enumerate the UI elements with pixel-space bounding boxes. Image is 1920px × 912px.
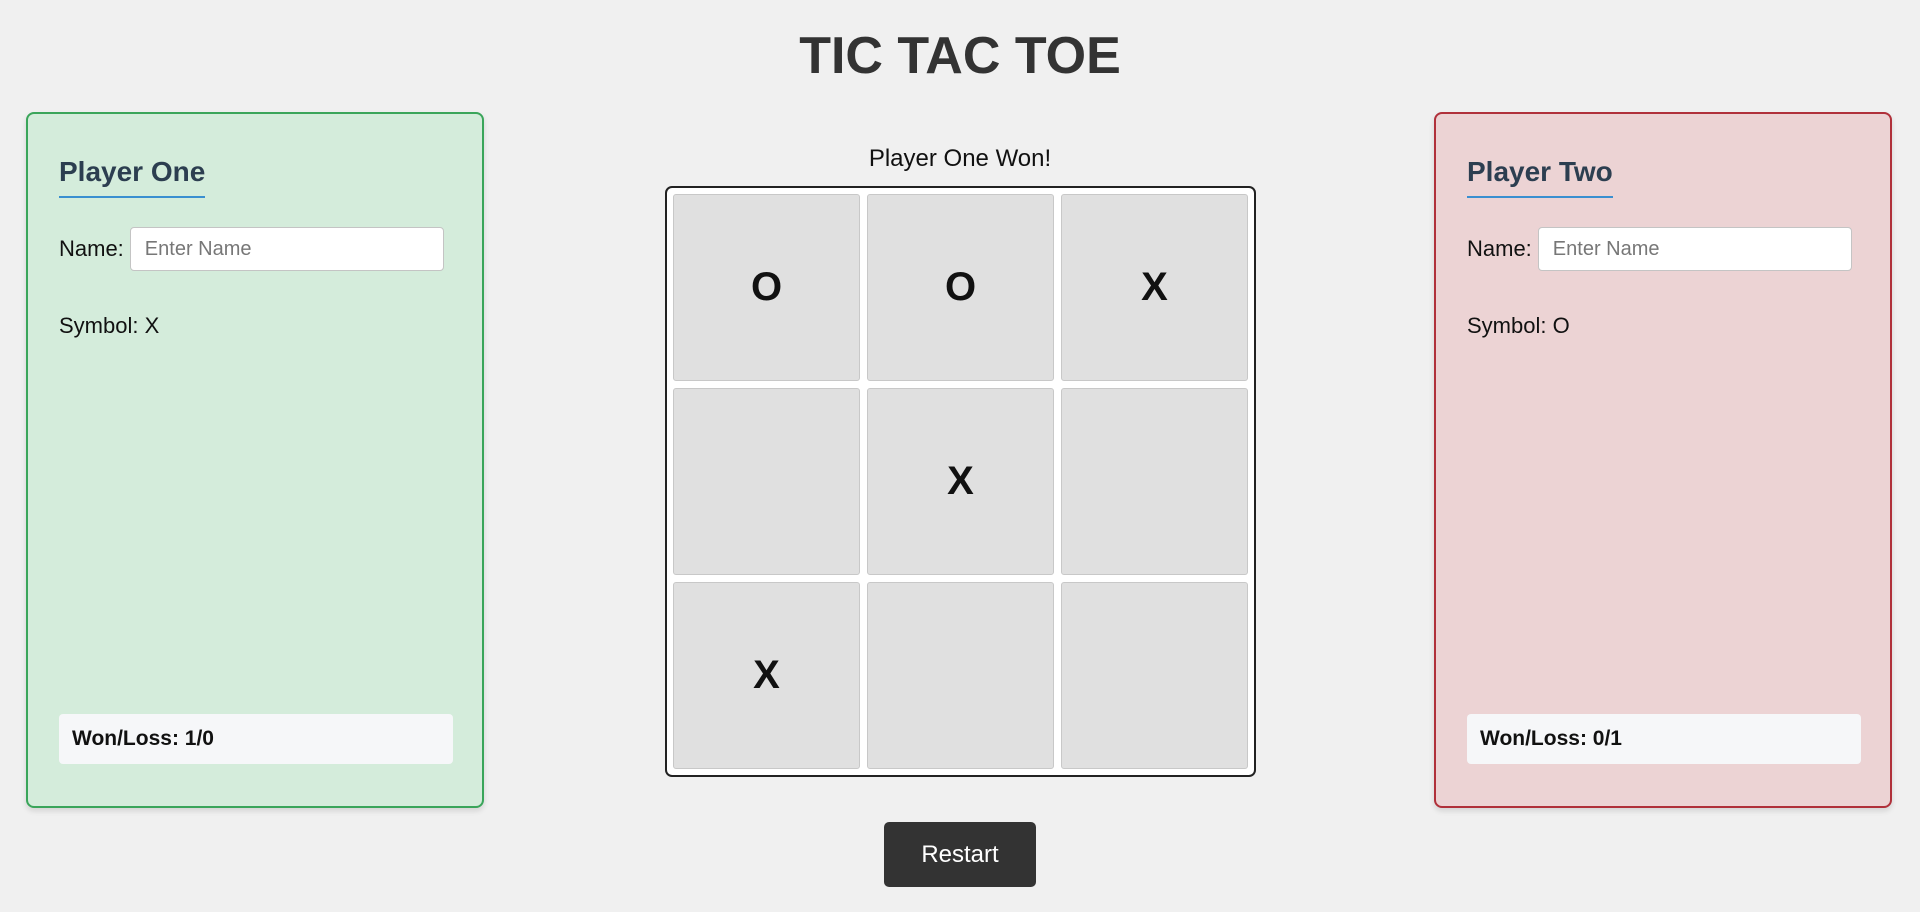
board-cell-1[interactable]: O [673, 194, 860, 381]
player-two-name-input[interactable] [1537, 227, 1852, 271]
page-title: TIC TAC TOE [799, 27, 1121, 85]
board-cell-5[interactable]: X [867, 388, 1054, 575]
player-one-name-label: Name: [59, 236, 124, 261]
board-cell-3[interactable]: X [1061, 194, 1248, 381]
game-status: Player One Won! [868, 145, 1052, 172]
player-one-record: Won/Loss: 1/0 [59, 714, 453, 764]
player-one-symbol: Symbol: X [59, 313, 160, 338]
board-cell-6[interactable] [1061, 388, 1248, 575]
board-cell-4[interactable] [673, 388, 860, 575]
player-two-name-row: Name: [1467, 227, 1852, 271]
player-one-name-row: Name: [59, 227, 444, 271]
game-page: TIC TAC TOE Player One Name: Symbol: X W… [0, 0, 1920, 912]
player-two-name-label: Name: [1467, 236, 1532, 261]
restart-button[interactable]: Restart [884, 822, 1036, 887]
board-cell-9[interactable] [1061, 582, 1248, 769]
player-two-record: Won/Loss: 0/1 [1467, 714, 1861, 764]
player-one-card: Player One Name: Symbol: X Won/Loss: 1/0 [26, 112, 484, 808]
board-cell-8[interactable] [867, 582, 1054, 769]
game-board: O O X X X [665, 186, 1256, 777]
player-one-name-input[interactable] [129, 227, 444, 271]
player-two-symbol: Symbol: O [1467, 313, 1570, 338]
player-one-heading: Player One [59, 156, 206, 198]
player-two-heading: Player Two [1467, 156, 1613, 198]
player-two-card: Player Two Name: Symbol: O Won/Loss: 0/1 [1434, 112, 1892, 808]
board-cell-2[interactable]: O [867, 194, 1054, 381]
board-cell-7[interactable]: X [673, 582, 860, 769]
